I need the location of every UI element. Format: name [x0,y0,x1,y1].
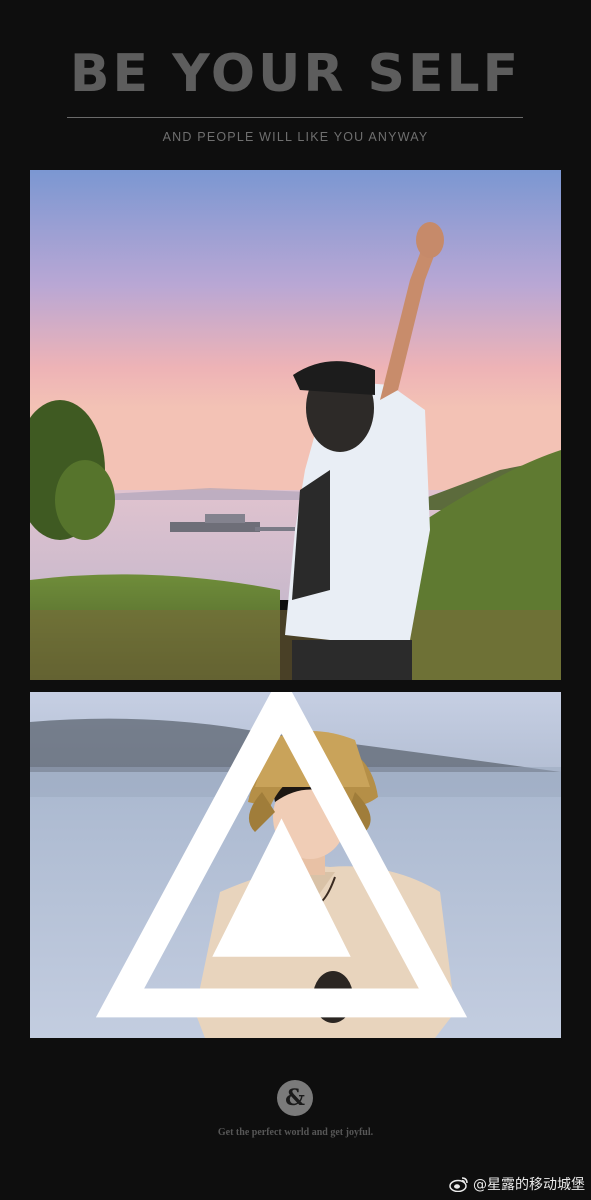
footer-tagline: Get the perfect world and get joyful. [217,1127,374,1138]
watermark-text: @星露的移动城堡 [473,1177,585,1193]
weibo-icon [449,1177,468,1192]
photo-sunset [30,170,561,680]
photo-portrait [30,692,561,1038]
ampersand-badge: & [277,1080,313,1116]
photo-sunset-image [30,170,561,680]
title-divider [67,117,523,118]
page-title: BE YOUR SELF [69,44,522,104]
logo-triangle-icon [95,692,468,1018]
page-subtitle: AND PEOPLE WILL LIKE YOU ANYWAY [162,130,429,144]
weibo-watermark: @星露的移动城堡 [449,1174,585,1194]
